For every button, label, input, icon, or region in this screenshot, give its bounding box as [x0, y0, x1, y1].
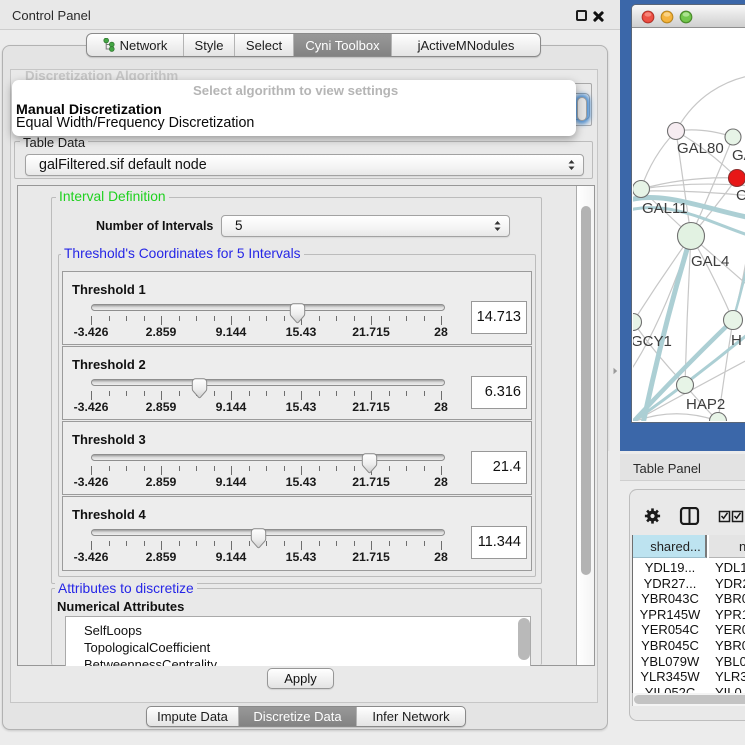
svg-text:GAL11: GAL11: [642, 200, 688, 217]
svg-text:GCY1: GCY1: [633, 333, 672, 350]
svg-text:GAL4: GAL4: [691, 253, 729, 270]
svg-text:GA: GA: [732, 147, 745, 164]
svg-text:HAP2: HAP2: [686, 396, 725, 413]
svg-text:H: H: [731, 332, 742, 349]
svg-text:C: C: [736, 187, 745, 204]
svg-text:GAL80: GAL80: [677, 140, 724, 157]
